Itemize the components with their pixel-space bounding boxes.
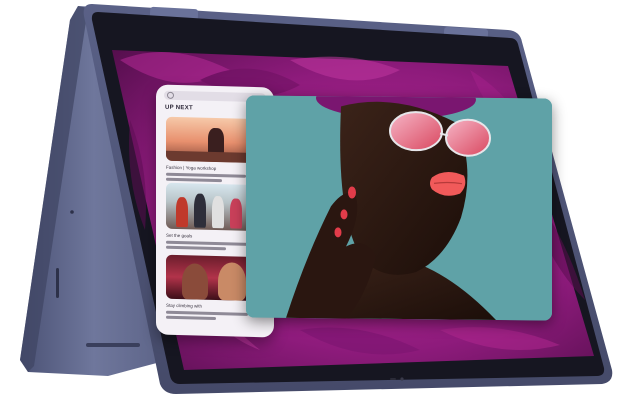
side-vent: [56, 268, 59, 298]
video-title-1[interactable]: Fashion | Yoga workshop: [166, 165, 216, 171]
rubber-foot: [86, 343, 140, 347]
nail: [348, 186, 356, 199]
laptop-scene: UP NEXT Fashion | Yoga workshop Set the …: [0, 0, 631, 402]
video-title-2[interactable]: Set the goals: [166, 233, 192, 239]
video-frame: [246, 95, 552, 321]
webcam: [400, 377, 404, 381]
heart-glasses-left: [389, 111, 443, 152]
search-icon: [167, 91, 174, 99]
video-title-3[interactable]: Stay climbing with: [166, 303, 202, 309]
video-player-window[interactable]: [246, 95, 552, 321]
port-dot: [70, 210, 74, 214]
up-next-heading: UP NEXT: [165, 104, 193, 112]
heart-glasses-right: [445, 118, 491, 157]
